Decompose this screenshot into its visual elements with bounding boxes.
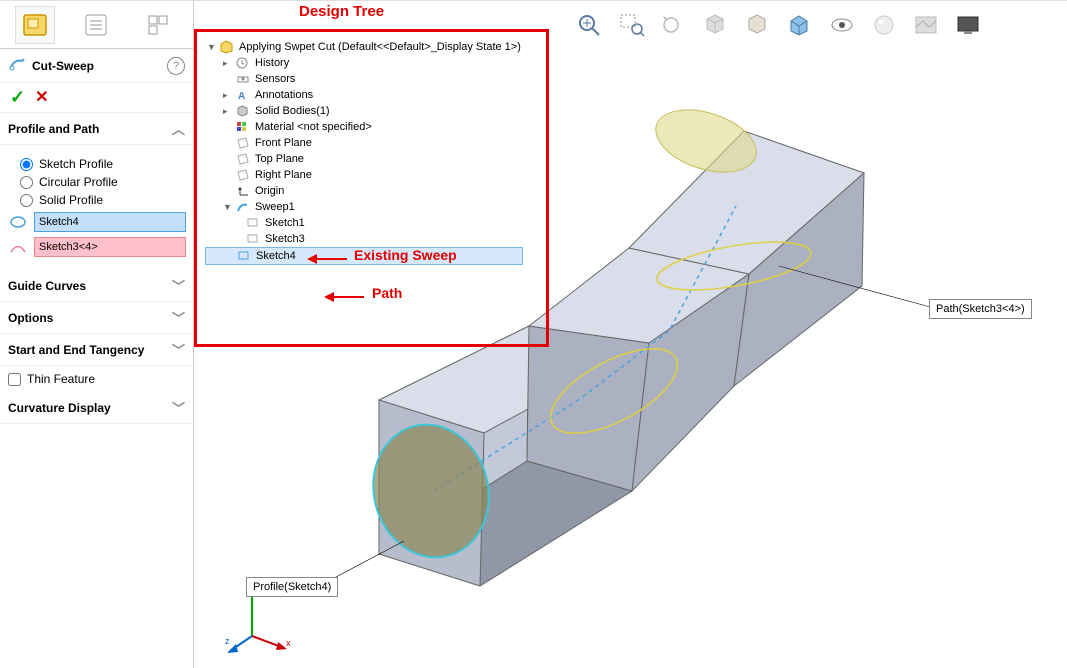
tab-config-mgr[interactable] [138,6,178,44]
zoom-fit-icon[interactable] [574,11,606,39]
radio-label: Solid Profile [39,193,103,207]
radio-sketch[interactable] [20,158,33,171]
radio-circular[interactable] [20,176,33,189]
zoom-area-icon[interactable] [616,11,648,39]
radio-solid[interactable] [20,194,33,207]
checkbox-label: Thin Feature [27,372,95,386]
tree-sweep1[interactable]: ▼Sweep1 [205,199,523,215]
tree-label: Front Plane [255,137,312,149]
prev-view-icon[interactable] [658,11,690,39]
hide-show-icon[interactable] [826,11,858,39]
tree-label: Sensors [255,73,295,85]
chevron-down-icon: ﹀ [172,340,185,359]
guide-curves-header[interactable]: Guide Curves ﹀ [0,270,193,302]
tree-label: Sketch1 [265,217,305,229]
tree-solid-bodies[interactable]: ▸Solid Bodies(1) [205,103,523,119]
feature-manager-panel: Cut-Sweep ? ✓ ✕ Profile and Path ︿ Sketc… [0,1,194,668]
design-tree-flyout: ▼ Applying Swpet Cut (Default<<Default>_… [199,33,529,271]
svg-text:x: x [286,638,291,648]
cancel-button[interactable]: ✕ [35,87,48,108]
thin-feature-row[interactable]: Thin Feature [0,366,193,392]
tree-material[interactable]: Material <not specified> [205,119,523,135]
tree-label: Origin [255,185,284,197]
tree-annotations[interactable]: ▸AAnnotations [205,87,523,103]
tree-label: Right Plane [255,169,312,181]
tree-label: Top Plane [255,153,304,165]
callout-profile: Profile(Sketch4) [246,577,338,597]
tree-sensors[interactable]: Sensors [205,71,523,87]
radio-label: Sketch Profile [39,157,113,171]
tree-sketch3[interactable]: Sketch3 [205,231,523,247]
tree-label: Sweep1 [255,201,295,213]
path-input[interactable] [34,237,186,257]
cut-sweep-icon [8,55,26,76]
tree-front-plane[interactable]: Front Plane [205,135,523,151]
scene-icon[interactable] [910,11,942,39]
svg-text:A: A [238,91,245,101]
path-field-row [8,237,185,257]
tree-label: Sketch4 [256,250,296,262]
options-header[interactable]: Options ﹀ [0,302,193,334]
tree-root[interactable]: ▼ Applying Swpet Cut (Default<<Default>_… [205,39,523,55]
chevron-up-icon: ︿ [172,119,185,138]
tree-history[interactable]: ▸History [205,55,523,71]
tree-label: Solid Bodies(1) [255,105,330,117]
tree-label: History [255,57,289,69]
tree-top-plane[interactable]: Top Plane [205,151,523,167]
section-label: Profile and Path [8,122,99,136]
tangency-header[interactable]: Start and End Tangency ﹀ [0,334,193,366]
display-style-icon[interactable] [784,11,816,39]
tab-feature-tree[interactable] [15,6,55,44]
orientation-icon[interactable] [742,11,774,39]
tree-sketch1[interactable]: Sketch1 [205,215,523,231]
tree-label: Material <not specified> [255,121,372,133]
tree-origin[interactable]: Origin [205,183,523,199]
annotation-existing-sweep: Existing Sweep [354,247,457,263]
appearance-icon[interactable] [868,11,900,39]
tab-property-mgr[interactable] [76,6,116,44]
curvature-header[interactable]: Curvature Display ﹀ [0,392,193,424]
section-label: Guide Curves [8,279,86,293]
thin-feature-checkbox[interactable] [8,373,21,386]
fm-title: Cut-Sweep [32,59,167,73]
annotation-arrow-sweep [307,254,347,264]
section-label: Start and End Tangency [8,343,144,357]
section-label: Options [8,311,53,325]
chevron-down-icon: ﹀ [172,276,185,295]
path-icon [8,237,28,257]
radio-label: Circular Profile [39,175,118,189]
opt-circular-profile[interactable]: Circular Profile [20,175,185,189]
profile-input[interactable] [34,212,186,232]
help-icon[interactable]: ? [167,57,185,75]
fm-tabs [0,1,193,49]
fm-header: Cut-Sweep ? [0,49,193,83]
tree-label: Sketch3 [265,233,305,245]
profile-field-row [8,212,185,232]
graphics-viewport[interactable]: ▼ Applying Swpet Cut (Default<<Default>_… [194,1,1067,668]
callout-path: Path(Sketch3<4>) [929,299,1032,319]
chevron-down-icon: ﹀ [172,308,185,327]
part-icon [219,40,235,54]
annotation-path: Path [372,285,402,301]
fm-actions: ✓ ✕ [0,83,193,113]
opt-solid-profile[interactable]: Solid Profile [20,193,185,207]
svg-text:z: z [225,636,230,646]
tree-label: Annotations [255,89,313,101]
profile-path-body: Sketch Profile Circular Profile Solid Pr… [0,145,193,270]
profile-icon [8,212,28,232]
profile-path-header[interactable]: Profile and Path ︿ [0,113,193,145]
section-label: Curvature Display [8,401,111,415]
opt-sketch-profile[interactable]: Sketch Profile [20,157,185,171]
annotation-arrow-path [324,292,364,302]
view-toolbar [574,11,984,39]
ok-button[interactable]: ✓ [10,87,25,108]
section-view-icon[interactable] [700,11,732,39]
tree-label: Applying Swpet Cut (Default<<Default>_Di… [239,41,521,53]
chevron-down-icon: ﹀ [172,398,185,417]
annotation-design-tree: Design Tree [299,3,384,20]
viewport-icon[interactable] [952,11,984,39]
tree-right-plane[interactable]: Right Plane [205,167,523,183]
